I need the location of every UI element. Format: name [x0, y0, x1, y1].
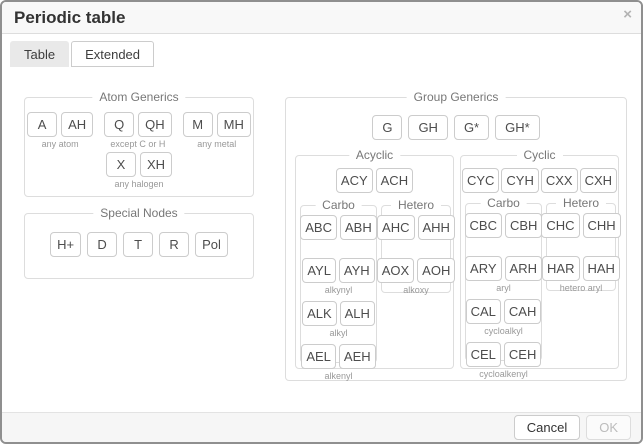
button-gh-star[interactable]: GH*	[495, 115, 540, 140]
button-g[interactable]: G	[372, 115, 402, 140]
special-nodes-section: Special Nodes H+ D T R Pol	[24, 213, 254, 279]
button-h-plus[interactable]: H+	[50, 232, 81, 257]
button-ary[interactable]: ARY	[465, 256, 502, 281]
button-hah[interactable]: HAH	[583, 256, 620, 281]
dialog-header: Periodic table ×	[2, 2, 641, 34]
button-q[interactable]: Q	[104, 112, 134, 137]
ok-button[interactable]: OK	[586, 415, 631, 440]
group-label-hetero-aryl: hetero aryl	[560, 283, 603, 293]
dialog-content: Atom Generics A AH any atom Q QH except …	[2, 67, 641, 412]
cyclic-carbo-section: Carbo CBC CBH ARY ARH aryl	[465, 203, 542, 361]
button-qh[interactable]: QH	[138, 112, 172, 137]
group-label-alkenyl: alkenyl	[324, 371, 352, 381]
group-label-any-halogen: any halogen	[114, 179, 163, 189]
tab-extended[interactable]: Extended	[71, 41, 154, 67]
button-pol[interactable]: Pol	[195, 232, 228, 257]
button-cyc[interactable]: CYC	[462, 168, 499, 193]
dialog-title: Periodic table	[14, 8, 125, 28]
button-cel[interactable]: CEL	[466, 342, 501, 367]
dialog-footer: Cancel OK	[2, 412, 641, 442]
group-label-alkynyl: alkynyl	[325, 285, 353, 295]
button-d[interactable]: D	[87, 232, 117, 257]
button-xh[interactable]: XH	[140, 152, 172, 177]
button-t[interactable]: T	[123, 232, 153, 257]
button-chc[interactable]: CHC	[541, 213, 579, 238]
button-aeh[interactable]: AEH	[339, 344, 376, 369]
group-label-aryl: aryl	[496, 283, 511, 293]
button-arh[interactable]: ARH	[505, 256, 542, 281]
periodic-table-dialog: Periodic table × Table Extended Atom Gen…	[0, 0, 643, 444]
group-label-cycloalkyl: cycloalkyl	[484, 326, 523, 336]
acyclic-legend: Acyclic	[349, 148, 400, 163]
button-cbh[interactable]: CBH	[505, 213, 542, 238]
button-ceh[interactable]: CEH	[504, 342, 541, 367]
group-label-cycloalkenyl: cycloalkenyl	[479, 369, 528, 379]
tab-table[interactable]: Table	[10, 41, 69, 67]
button-chh[interactable]: CHH	[583, 213, 621, 238]
button-gh[interactable]: GH	[408, 115, 448, 140]
cancel-button[interactable]: Cancel	[514, 415, 580, 440]
button-har[interactable]: HAR	[542, 256, 579, 281]
cyclic-hetero-section: Hetero CHC CHH HAR HAH hetero aryl	[546, 203, 616, 291]
group-label-alkoxy: alkoxy	[403, 285, 429, 295]
atom-generics-legend: Atom Generics	[92, 90, 185, 105]
button-alk[interactable]: ALK	[302, 301, 337, 326]
button-ael[interactable]: AEL	[301, 344, 336, 369]
button-cxh[interactable]: CXH	[580, 168, 617, 193]
cyclic-carbo-legend: Carbo	[480, 196, 527, 211]
button-ahh[interactable]: AHH	[418, 215, 455, 240]
cyclic-legend: Cyclic	[517, 148, 563, 163]
acyclic-hetero-section: Hetero AHC AHH AOX AOH alkoxy	[381, 205, 451, 293]
button-ach[interactable]: ACH	[376, 168, 413, 193]
button-cbc[interactable]: CBC	[465, 213, 502, 238]
button-a[interactable]: A	[27, 112, 57, 137]
acyclic-hetero-legend: Hetero	[391, 198, 441, 213]
button-cyh[interactable]: CYH	[501, 168, 538, 193]
button-ayl[interactable]: AYL	[302, 258, 336, 283]
button-alh[interactable]: ALH	[340, 301, 375, 326]
group-label-any-atom: any atom	[42, 139, 79, 149]
button-m[interactable]: M	[183, 112, 213, 137]
button-cal[interactable]: CAL	[466, 299, 501, 324]
cyclic-hetero-legend: Hetero	[556, 196, 606, 211]
group-label-alkyl: alkyl	[329, 328, 347, 338]
cyclic-section: Cyclic CYC CYH CXX CXH no carbon Carbo C…	[460, 155, 619, 369]
button-aoh[interactable]: AOH	[417, 258, 455, 283]
group-generics-section: Group Generics G GH G* GH* Acyclic ACY A…	[285, 97, 627, 381]
button-r[interactable]: R	[159, 232, 189, 257]
button-ayh[interactable]: AYH	[339, 258, 375, 283]
group-generics-legend: Group Generics	[407, 90, 506, 105]
tab-bar: Table Extended	[2, 34, 641, 67]
button-abc[interactable]: ABC	[300, 215, 337, 240]
close-icon[interactable]: ×	[623, 7, 632, 22]
button-aox[interactable]: AOX	[377, 258, 414, 283]
button-mh[interactable]: MH	[217, 112, 251, 137]
atom-generics-section: Atom Generics A AH any atom Q QH except …	[24, 97, 254, 197]
special-nodes-legend: Special Nodes	[93, 206, 184, 221]
group-label-any-metal: any metal	[197, 139, 236, 149]
group-label-except-c-or-h: except C or H	[110, 139, 165, 149]
button-abh[interactable]: ABH	[340, 215, 377, 240]
button-g-star[interactable]: G*	[454, 115, 489, 140]
button-cxx[interactable]: CXX	[541, 168, 578, 193]
acyclic-carbo-section: Carbo ABC ABH AYL AYH alkynyl	[300, 205, 377, 363]
button-ah[interactable]: AH	[61, 112, 93, 137]
acyclic-section: Acyclic ACY ACH Carbo ABC ABH	[295, 155, 454, 369]
button-acy[interactable]: ACY	[336, 168, 373, 193]
button-ahc[interactable]: AHC	[377, 215, 414, 240]
button-x[interactable]: X	[106, 152, 136, 177]
button-cah[interactable]: CAH	[504, 299, 541, 324]
acyclic-carbo-legend: Carbo	[315, 198, 362, 213]
